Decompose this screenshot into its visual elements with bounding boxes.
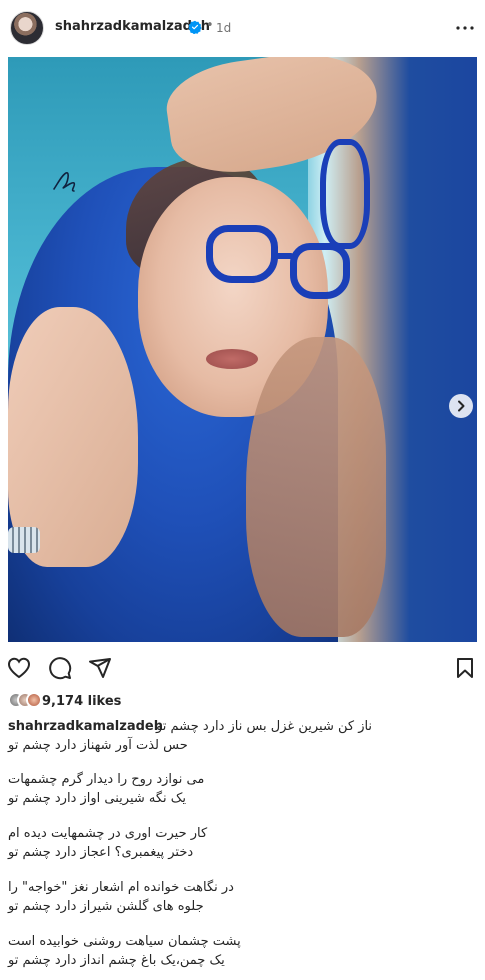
caption-line: ناز کن شیرین غزل بس ناز دارد چشم تو bbox=[156, 719, 373, 734]
heart-icon[interactable] bbox=[7, 656, 31, 680]
comment-icon[interactable] bbox=[48, 656, 72, 680]
caption-line: یک چمن،یک باغ چشم انداز دارد چشم تو bbox=[8, 953, 225, 968]
caption-line: در نگاهت خوانده ام اشعار نغز "خواجه" را bbox=[8, 880, 234, 895]
likes-count[interactable]: 9,174 likes bbox=[42, 694, 121, 709]
caption-line: کار حیرت اوری در چشمهایت دیده ام bbox=[8, 826, 208, 841]
chevron-right-icon bbox=[458, 400, 465, 412]
instagram-post: shahrzadkamalzadeh • 1d 9,174 likes shah… bbox=[0, 0, 485, 980]
caption-line: دختر پیغمبری؟ اعجاز دارد چشم تو bbox=[8, 845, 194, 860]
bookmark-icon[interactable] bbox=[453, 656, 477, 680]
username-link[interactable]: shahrzadkamalzadeh bbox=[55, 19, 210, 34]
caption-line: یک نگه شیرینی اواز دارد چشم تو bbox=[8, 791, 187, 806]
avatar[interactable] bbox=[10, 11, 44, 45]
post-image[interactable] bbox=[8, 57, 477, 642]
share-icon[interactable] bbox=[88, 656, 112, 680]
liker-avatar bbox=[26, 692, 42, 708]
separator-dot: • bbox=[206, 18, 214, 33]
caption-line: جلوه های گلشن شیراز دارد چشم تو bbox=[8, 899, 204, 914]
bracelet bbox=[8, 527, 40, 553]
caption-username[interactable]: shahrzadkamalzadeh bbox=[8, 719, 163, 734]
glasses-right-lens bbox=[290, 243, 350, 299]
reflected-glasses bbox=[320, 139, 370, 249]
reflected-hand bbox=[246, 337, 386, 637]
caption-line: حس لذت آور شهناز دارد چشم تو bbox=[8, 738, 188, 753]
glasses-left-lens bbox=[206, 225, 278, 283]
carousel-next-button[interactable] bbox=[449, 394, 473, 418]
glasses-bridge bbox=[274, 253, 294, 259]
caption-line: پشت چشمان سیاهت روشنی خوابیده است bbox=[8, 934, 241, 949]
lips bbox=[206, 349, 258, 369]
post-header: shahrzadkamalzadeh • 1d bbox=[0, 0, 485, 56]
photographer-signature-mark bbox=[53, 172, 76, 192]
more-options-icon[interactable] bbox=[453, 16, 477, 40]
post-time[interactable]: 1d bbox=[216, 21, 231, 35]
caption-line: می نوازد روح را دیدار گرم چشمهات bbox=[8, 772, 205, 787]
action-bar bbox=[0, 652, 485, 682]
verified-badge-icon bbox=[188, 20, 202, 34]
